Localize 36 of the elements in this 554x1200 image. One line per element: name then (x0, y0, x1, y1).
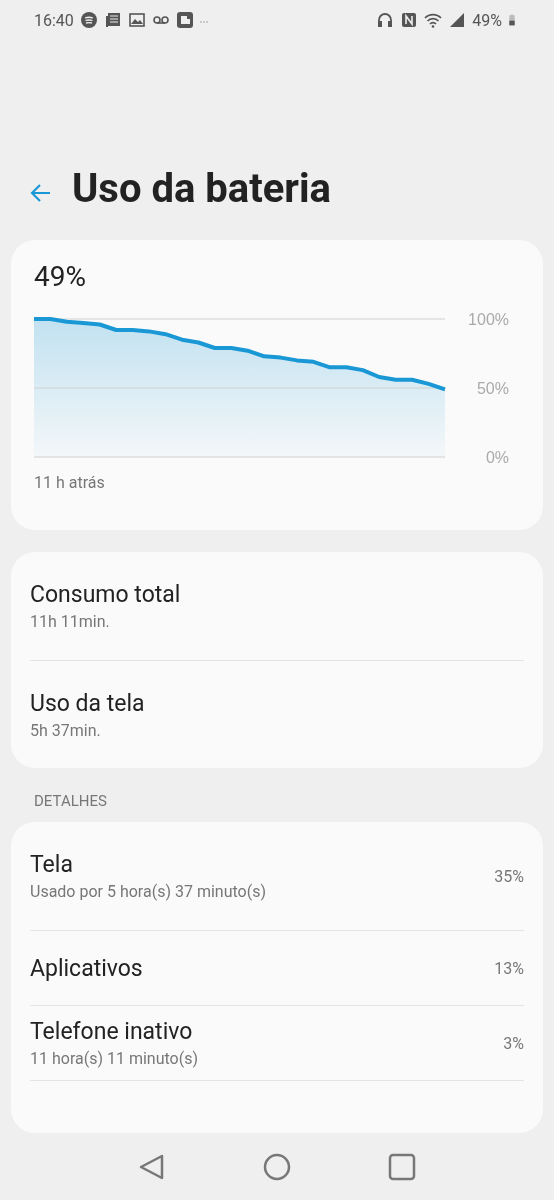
app-icon (175, 11, 194, 29)
image-icon (127, 11, 146, 29)
details-row[interactable]: Tela Usado por 5 hora(s) 37 minuto(s) 35% (30, 822, 524, 930)
battery-percent: 49% (472, 10, 502, 30)
recents-button[interactable] (387, 1152, 416, 1181)
row-title: Consumo total (30, 581, 182, 608)
time-range-label: 11 h atrás (33, 472, 106, 492)
row-title: Aplicativos (30, 954, 144, 982)
summary-row[interactable]: Uso da tela 5h 37min. (30, 660, 524, 768)
row-subtitle: Usado por 5 hora(s) 37 minuto(s) (30, 882, 267, 901)
wifi-icon (424, 11, 443, 29)
usage-percent: 13% (494, 958, 524, 978)
battery-level: 49% (33, 259, 87, 293)
page-title: Uso da bateria (72, 165, 331, 212)
music-app-icon (79, 11, 98, 29)
row-subtitle: 11h 11min. (30, 612, 111, 631)
status-time: 16:40 (34, 10, 74, 30)
row-title: Tela (30, 851, 74, 878)
row-title: Telefone inativo (30, 1018, 194, 1045)
details-row[interactable]: Telefone inativo 11 hora(s) 11 minuto(s) 3% (30, 1005, 524, 1080)
home-button[interactable] (263, 1152, 291, 1181)
details-row[interactable]: Aplicativos 13% (30, 930, 524, 1005)
axis-label: 100% (468, 311, 509, 328)
signal-icon (448, 11, 467, 29)
row-subtitle: 5h 37min. (30, 720, 102, 740)
row-title: Uso da tela (30, 689, 146, 717)
row-subtitle: 11 hora(s) 11 minuto(s) (30, 1049, 199, 1068)
summary-row[interactable]: Consumo total 11h 11min. (30, 552, 524, 660)
axis-label: 0% (485, 449, 509, 466)
usage-percent: 3% (503, 1033, 524, 1053)
axis-label: 50% (476, 380, 509, 397)
headset-icon (376, 11, 395, 29)
nfc-icon (400, 11, 419, 29)
usage-percent: 35% (494, 866, 524, 886)
section-header: DETALHES (33, 791, 108, 812)
news-icon (103, 11, 122, 29)
